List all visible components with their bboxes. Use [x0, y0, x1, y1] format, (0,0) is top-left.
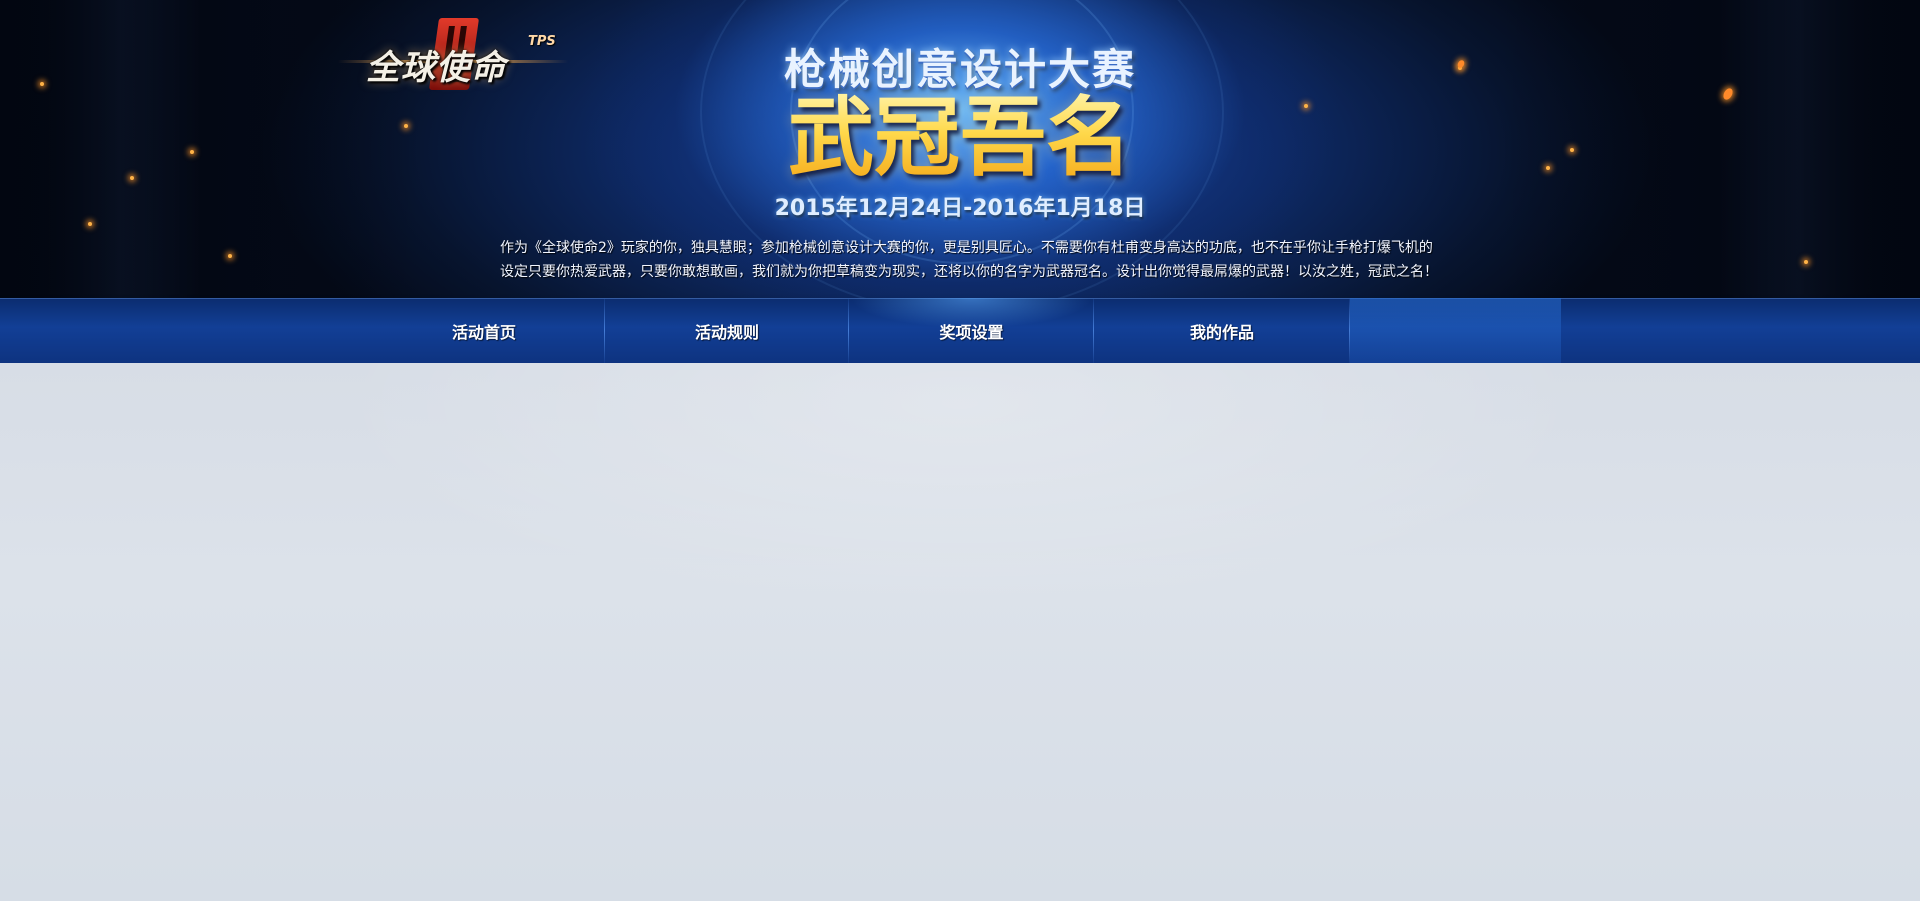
nav-item-awards[interactable]: 奖项设置 — [849, 298, 1094, 363]
spark-decor — [190, 150, 194, 154]
nav-item-rules[interactable]: 活动规则 — [605, 298, 849, 363]
nav-item-label: 活动规则 — [694, 322, 759, 342]
spark-decor — [1546, 166, 1550, 170]
game-logo[interactable]: 全球使命 TPS — [338, 18, 568, 94]
spark-decor — [1804, 260, 1808, 264]
spark-decor — [130, 176, 134, 180]
nav-item-label: 奖项设置 — [939, 322, 1004, 342]
spark-decor — [1570, 148, 1574, 152]
page: 全球使命 TPS 枪械创意设计大赛 武冠吾名 2015年12月24日-2016年… — [0, 0, 1920, 901]
logo-text: 全球使命 — [366, 48, 506, 88]
main-nav: 活动首页 活动规则 奖项设置 我的作品 — [0, 298, 1920, 363]
intro-line: 作为《全球使命2》玩家的你，独具慧眼；参加枪械创意设计大赛的你，更是别具匠心。不… — [500, 240, 1433, 256]
nav-item-home[interactable]: 活动首页 — [363, 298, 605, 363]
spark-decor — [88, 222, 92, 226]
intro-line: 设定只要你热爱武器，只要你敢想敢画，我们就为你把草稿变为现实，还将以你的名字为武… — [500, 264, 1438, 280]
spark-decor — [40, 82, 44, 86]
nav-item-label: 活动首页 — [451, 322, 516, 342]
spark-decor — [228, 254, 232, 258]
event-title: 武冠吾名 — [755, 90, 1165, 186]
content-area — [0, 363, 1920, 901]
nav-items: 活动首页 活动规则 奖项设置 我的作品 — [363, 298, 1561, 363]
nav-item-label: 我的作品 — [1189, 322, 1254, 342]
event-intro: 作为《全球使命2》玩家的你，独具慧眼；参加枪械创意设计大赛的你，更是别具匠心。不… — [500, 236, 1440, 284]
event-date-range: 2015年12月24日-2016年1月18日 — [774, 196, 1146, 221]
spark-decor — [1304, 104, 1308, 108]
banner-shade-right — [1500, 0, 1920, 298]
nav-item-my-works[interactable]: 我的作品 — [1094, 298, 1350, 363]
nav-item-active[interactable] — [1350, 298, 1561, 363]
logo-tag: TPS — [528, 34, 556, 49]
spark-decor — [404, 124, 408, 128]
header-banner: 全球使命 TPS 枪械创意设计大赛 武冠吾名 2015年12月24日-2016年… — [0, 0, 1920, 298]
